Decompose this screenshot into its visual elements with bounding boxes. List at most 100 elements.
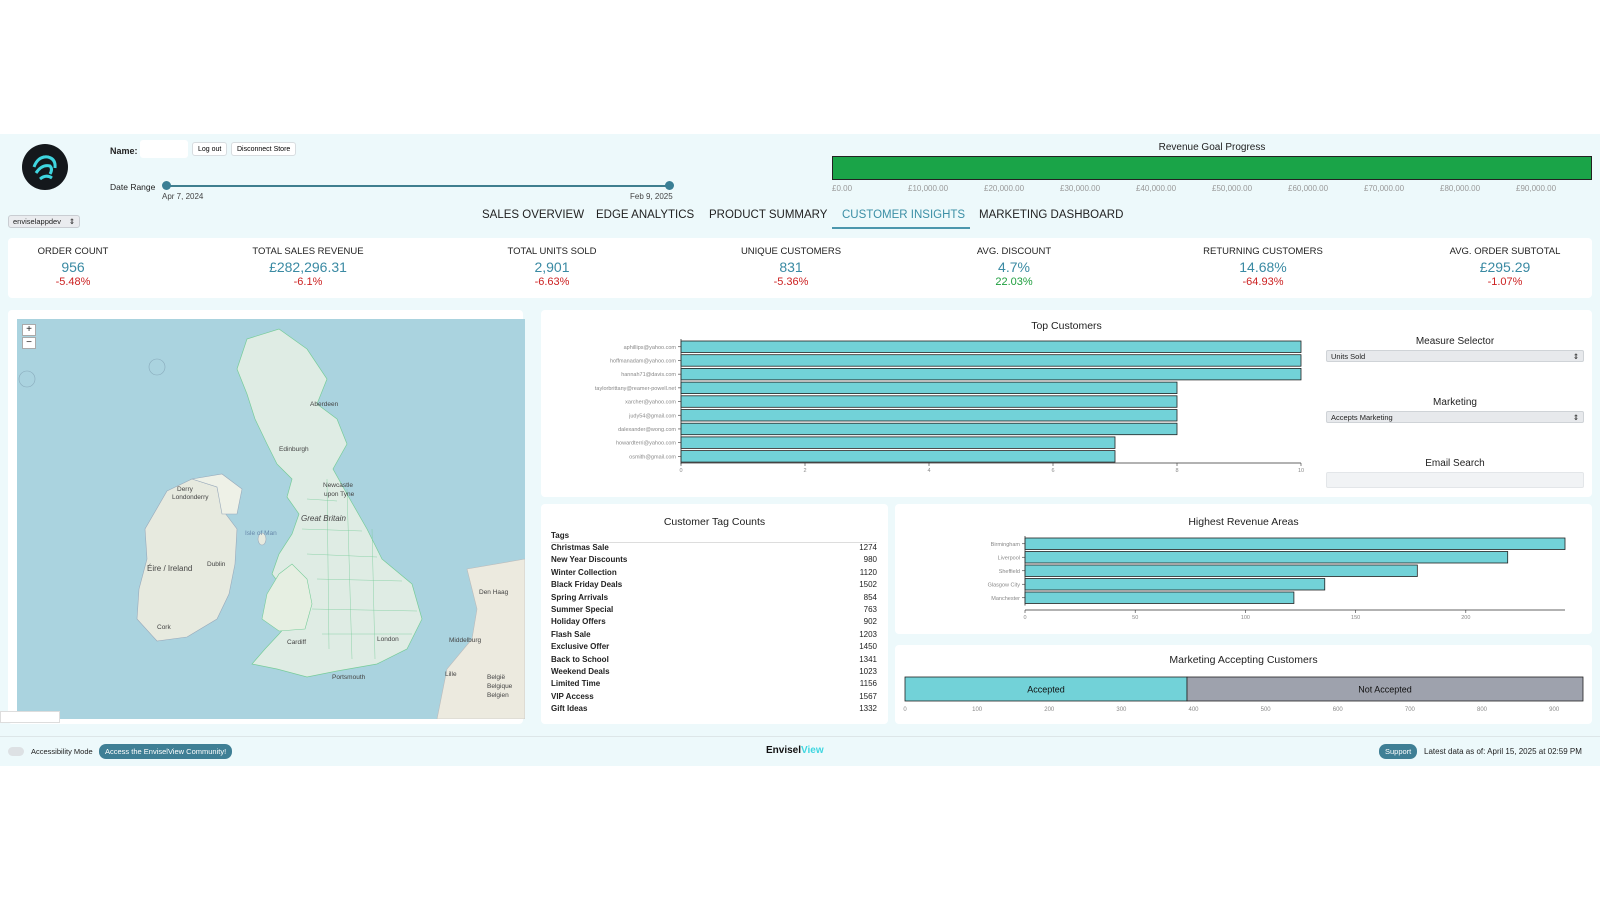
kpi-change: -5.48% <box>55 276 91 288</box>
customer-bar[interactable] <box>680 340 1302 353</box>
map-label: Lille <box>445 671 457 678</box>
x-tick-label: 50 <box>1132 615 1138 621</box>
tag-count: 1274 <box>859 543 877 552</box>
area-bar[interactable] <box>1024 537 1566 550</box>
kpi-order-count: ORDER COUNT 956 -5.48% <box>18 246 128 288</box>
area-label: Liverpool <box>998 555 1020 561</box>
tag-count: 1502 <box>859 580 877 590</box>
goal-tick-label: £50,000.00 <box>1212 184 1253 193</box>
measure-selector-label: Measure Selector <box>1415 336 1495 347</box>
tab-edge-analytics[interactable]: EDGE ANALYTICS <box>596 209 694 221</box>
active-tab-indicator <box>832 227 970 229</box>
revenue-areas-chart: Birmingham Liverpool Sheffield Glasgow City… <box>988 536 1566 621</box>
map-label: Isle of Man <box>245 530 277 537</box>
kpi-label: RETURNING CUSTOMERS <box>1203 246 1323 257</box>
goal-tick-label: £80,000.00 <box>1440 184 1481 193</box>
area-label: Glasgow City <box>988 582 1021 588</box>
tag-name: Gift Ideas <box>551 704 588 714</box>
kpi-label: AVG. DISCOUNT <box>976 246 1052 257</box>
measure-selector[interactable]: Units Sold ⇕ <box>1326 350 1584 362</box>
customer-bar[interactable] <box>680 450 1116 463</box>
tag-name: New Year Discounts <box>551 555 628 565</box>
map-label: upon Tyne <box>324 491 355 498</box>
top-customers-title: Top Customers <box>1031 320 1102 332</box>
area-bar[interactable] <box>1024 591 1295 604</box>
kpi-total-sales-revenue: TOTAL SALES REVENUE £282,296.31 -6.1% <box>233 246 383 288</box>
x-tick-label: 600 <box>1333 707 1344 713</box>
kpi-value: 831 <box>779 259 803 275</box>
goal-tick-label: £0.00 <box>832 184 853 193</box>
x-tick-label: 10 <box>1298 468 1304 472</box>
tag-row: Gift Ideas 1332 <box>551 704 877 713</box>
tab-sales-overview[interactable]: SALES OVERVIEW <box>482 209 584 221</box>
customer-bar[interactable] <box>680 436 1116 449</box>
map-label: Cork <box>157 624 171 631</box>
goal-tick-label: £20,000.00 <box>984 184 1025 193</box>
uk-map[interactable]: + − Aberdeen Edinburgh Newcastle upon Ty… <box>17 319 525 719</box>
area-label: Birmingham <box>991 542 1021 548</box>
customer-bar[interactable] <box>680 368 1302 381</box>
customer-bar[interactable] <box>680 409 1178 422</box>
map-zoom-out-button[interactable]: − <box>22 337 36 349</box>
customer-bar[interactable] <box>680 354 1302 367</box>
marketing-filter-label: Marketing <box>1433 397 1477 408</box>
customer-bar[interactable] <box>680 381 1178 394</box>
kpi-avg-order-subtotal: AVG. ORDER SUBTOTAL £295.29 -1.07% <box>1430 246 1580 288</box>
brand-text-envisel: Envisel <box>766 745 802 756</box>
kpi-value: 2,901 <box>534 259 570 275</box>
map-attribution-box <box>0 711 60 723</box>
goal-tick-label: £10,000.00 <box>908 184 949 193</box>
x-tick-label: 0 <box>679 468 682 472</box>
envisel-logo-icon <box>22 144 68 190</box>
tab-product-summary[interactable]: PRODUCT SUMMARY <box>709 209 827 221</box>
marketing-filter-select[interactable]: Accepts Marketing ⇕ <box>1326 411 1584 423</box>
community-button[interactable]: Access the EnviselView Community! <box>99 744 233 759</box>
tag-count: 1567 <box>859 691 877 701</box>
date-range-slider-track[interactable] <box>166 185 670 187</box>
tag-name: Holiday Offers <box>551 617 606 627</box>
x-tick-label: 4 <box>927 468 930 472</box>
tag-name: Flash Sale <box>551 629 591 639</box>
accessibility-toggle[interactable] <box>8 747 24 756</box>
date-range-end-handle[interactable] <box>665 181 674 190</box>
email-search-input[interactable] <box>1326 472 1584 488</box>
footer: Accessibility Mode Access the EnviselVie… <box>0 736 1600 766</box>
accessibility-label: Accessibility Mode <box>31 747 93 756</box>
map-label: Portsmouth <box>332 674 366 681</box>
tab-customer-insights[interactable]: CUSTOMER INSIGHTS <box>842 209 965 221</box>
area-bar[interactable] <box>1024 578 1326 591</box>
tag-name: Limited Time <box>551 679 601 689</box>
goal-tick-label: £90,000.00 <box>1516 184 1557 193</box>
x-tick-label: 0 <box>903 707 907 713</box>
map-label: Derry <box>177 486 193 493</box>
area-bar[interactable] <box>1024 551 1509 564</box>
tag-count: 854 <box>863 592 877 602</box>
map-label: Dublin <box>207 561 226 568</box>
date-range-label: Date Range <box>110 182 156 192</box>
customer-label: osmith@gmail.com <box>629 454 676 460</box>
tag-count: 1203 <box>859 629 877 639</box>
map-label: Edinburgh <box>279 446 309 453</box>
tab-marketing-dashboard[interactable]: MARKETING DASHBOARD <box>979 209 1123 221</box>
tag-name: Winter Collection <box>551 567 617 577</box>
map-label: Den Haag <box>479 589 509 596</box>
logout-button[interactable]: Log out <box>192 142 228 156</box>
x-tick-label: 100 <box>1241 615 1250 621</box>
date-range-start-handle[interactable] <box>162 181 171 190</box>
disconnect-store-button[interactable]: Disconnect Store <box>231 142 297 156</box>
tag-row: New Year Discounts 980 <box>551 555 877 564</box>
date-range-end-text: Feb 9, 2025 <box>630 192 673 201</box>
store-select[interactable]: enviselappdev ⇕ <box>8 215 80 228</box>
kpi-change: -1.07% <box>1487 276 1523 288</box>
map-zoom-in-button[interactable]: + <box>22 324 36 336</box>
marketing-segment-label: Not Accepted <box>1358 685 1412 695</box>
area-bar[interactable] <box>1024 564 1418 577</box>
goal-tick-label: £40,000.00 <box>1136 184 1177 193</box>
kpi-change: -5.36% <box>773 276 809 288</box>
support-button[interactable]: Support <box>1379 744 1418 759</box>
tag-row: Winter Collection 1120 <box>551 568 877 577</box>
revenue-goal-bar <box>832 156 1592 180</box>
customer-bar[interactable] <box>680 395 1178 408</box>
kpi-label: AVG. ORDER SUBTOTAL <box>1449 246 1561 257</box>
customer-bar[interactable] <box>680 422 1178 436</box>
